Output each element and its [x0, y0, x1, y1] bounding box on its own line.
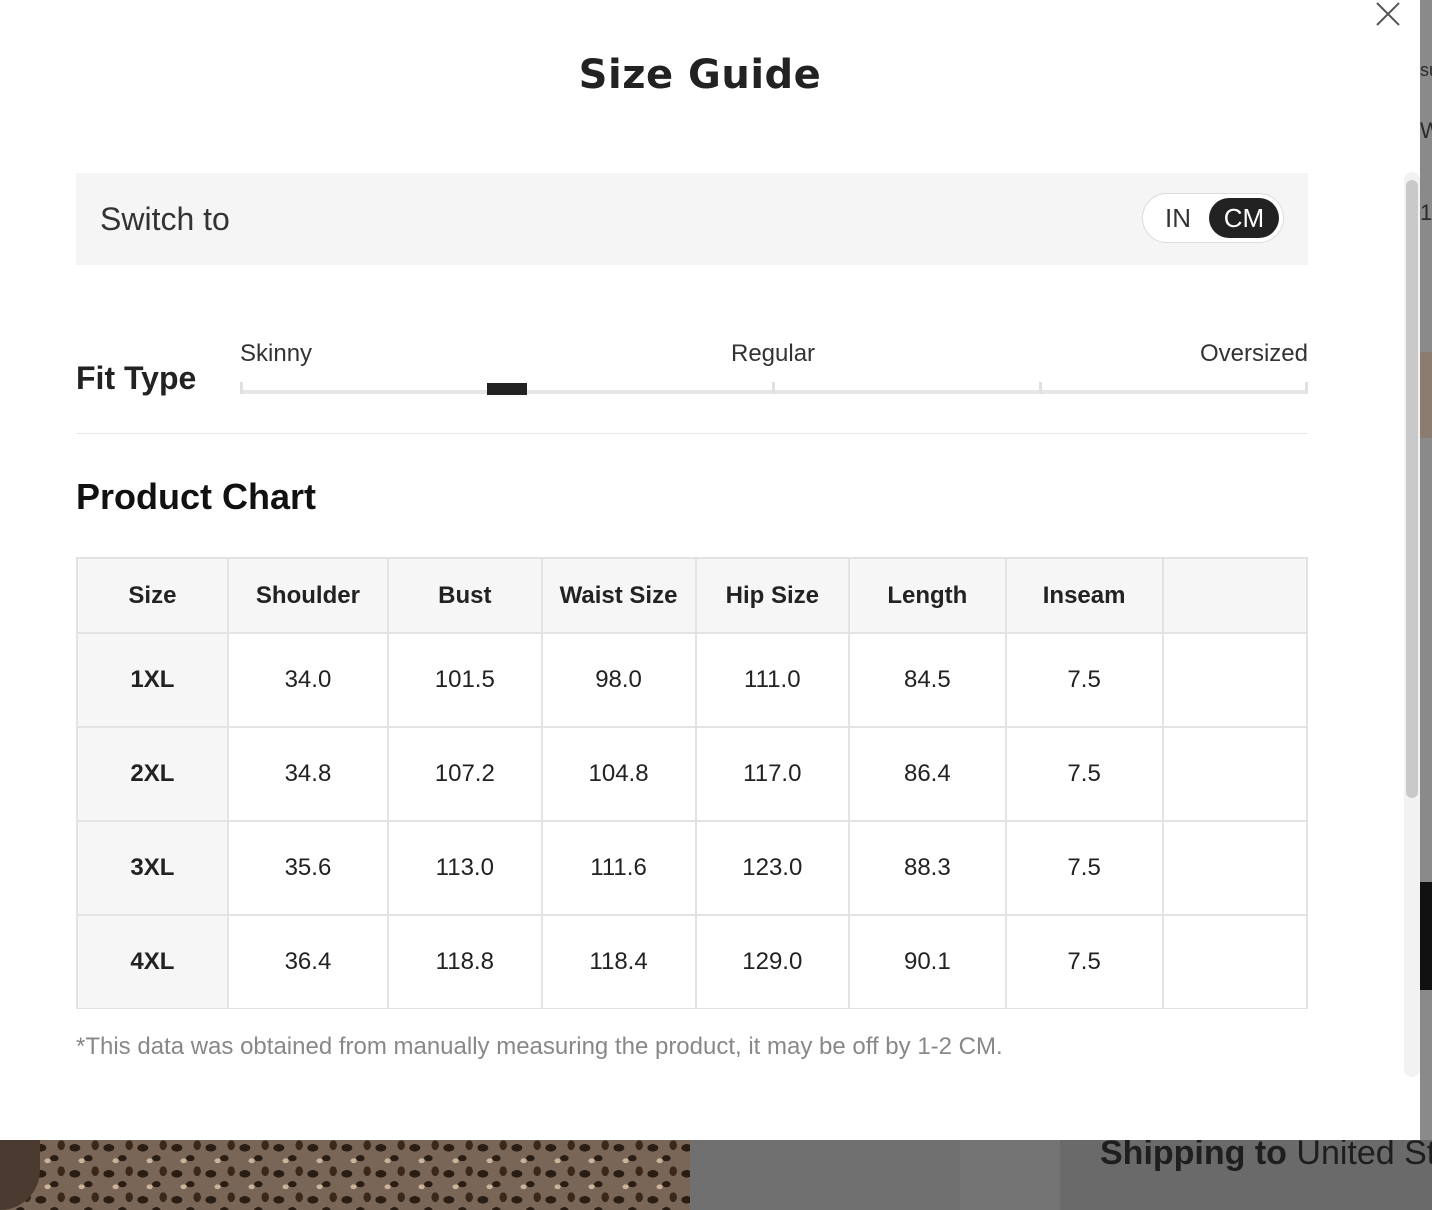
table-cell: 34.0: [227, 633, 390, 728]
fit-tick: [772, 382, 775, 394]
table-cell-overflow: [1162, 633, 1308, 728]
size-cell: 4XL: [78, 915, 229, 1009]
unit-option-in[interactable]: IN: [1147, 198, 1209, 238]
column-header: Shoulder: [227, 559, 390, 634]
fit-type-marker: [487, 383, 527, 395]
table-cell: 123.0: [695, 821, 851, 916]
fit-tick: [240, 382, 243, 394]
table-cell: 34.8: [227, 727, 390, 822]
table-cell-overflow: [1162, 915, 1308, 1009]
table-cell: 118.4: [541, 915, 697, 1009]
column-header: Waist Size: [541, 559, 697, 634]
close-button[interactable]: [1374, 0, 1402, 28]
scrollbar-thumb[interactable]: [1406, 180, 1418, 798]
fit-tick: [1039, 382, 1042, 394]
table-cell: 101.5: [388, 633, 543, 728]
size-cell: 1XL: [78, 633, 229, 728]
column-header: Inseam: [1005, 559, 1164, 634]
fit-tick: [1305, 382, 1308, 394]
product-photo: [0, 1140, 690, 1210]
table-cell: 129.0: [695, 915, 851, 1009]
fit-label-skinny: Skinny: [240, 340, 313, 367]
table-cell: 35.6: [227, 821, 390, 916]
modal-title: Size Guide: [578, 52, 822, 98]
fit-label-regular: Regular: [731, 340, 816, 367]
switch-label: Switch to: [100, 201, 230, 237]
size-guide-modal: Size Guide Switch to IN CM Fit Type Skin…: [0, 0, 1420, 1140]
background-page-bottom: Shipping to United Sta: [0, 1140, 1432, 1210]
table-cell: 7.5: [1005, 915, 1164, 1009]
table-cell: 88.3: [849, 821, 1007, 916]
table-row: 2XL 34.8 107.2 104.8 117.0 86.4 7.5: [78, 727, 1308, 822]
table-cell: 118.8: [388, 915, 543, 1009]
table-cell: 113.0: [388, 821, 543, 916]
table-row: 4XL 36.4 118.8 118.4 129.0 90.1 7.5: [78, 915, 1308, 1009]
product-chart-title: Product Chart: [76, 476, 317, 517]
column-header: Bust: [388, 559, 543, 634]
table-cell: 117.0: [695, 727, 851, 822]
column-header-overflow: [1162, 559, 1308, 634]
unit-toggle[interactable]: IN CM: [1142, 193, 1284, 243]
table-cell: 98.0: [541, 633, 697, 728]
fit-label-oversized: Oversized: [1199, 340, 1308, 367]
size-cell: 2XL: [78, 727, 229, 822]
table-cell: 111.6: [541, 821, 697, 916]
table-cell: 90.1: [849, 915, 1007, 1009]
table-row: 3XL 35.6 113.0 111.6 123.0 88.3 7.5: [78, 821, 1308, 916]
table-cell: 36.4: [227, 915, 390, 1009]
table-cell: 104.8: [541, 727, 697, 822]
shipping-info: Shipping to United Sta: [1100, 1140, 1432, 1172]
size-table-container[interactable]: Size Shoulder Bust Waist Size Hip Size L…: [76, 557, 1308, 1009]
table-cell: 107.2: [388, 727, 543, 822]
column-header: Size: [78, 559, 229, 634]
table-cell: 84.5: [849, 633, 1007, 728]
table-cell-overflow: [1162, 727, 1308, 822]
fit-type-label: Fit Type: [76, 360, 197, 396]
close-icon: [1376, 2, 1400, 26]
table-cell: 111.0: [695, 633, 851, 728]
background-page-right-edge: su W 1: [1420, 0, 1432, 1140]
table-cell: 86.4: [849, 727, 1007, 822]
table-cell-overflow: [1162, 821, 1308, 916]
table-cell: 7.5: [1005, 821, 1164, 916]
table-header-row: Size Shoulder Bust Waist Size Hip Size L…: [78, 559, 1308, 634]
table-cell: 7.5: [1005, 633, 1164, 728]
size-table: Size Shoulder Bust Waist Size Hip Size L…: [78, 559, 1308, 1009]
measurement-note: *This data was obtained from manually me…: [76, 1033, 1003, 1060]
unit-switch-bar: Switch to IN CM: [76, 173, 1308, 265]
section-divider: [76, 433, 1308, 434]
column-header: Length: [849, 559, 1007, 634]
unit-option-cm[interactable]: CM: [1209, 198, 1279, 238]
size-cell: 3XL: [78, 821, 229, 916]
column-header: Hip Size: [695, 559, 851, 634]
table-row: 1XL 34.0 101.5 98.0 111.0 84.5 7.5: [78, 633, 1308, 728]
table-cell: 7.5: [1005, 727, 1164, 822]
